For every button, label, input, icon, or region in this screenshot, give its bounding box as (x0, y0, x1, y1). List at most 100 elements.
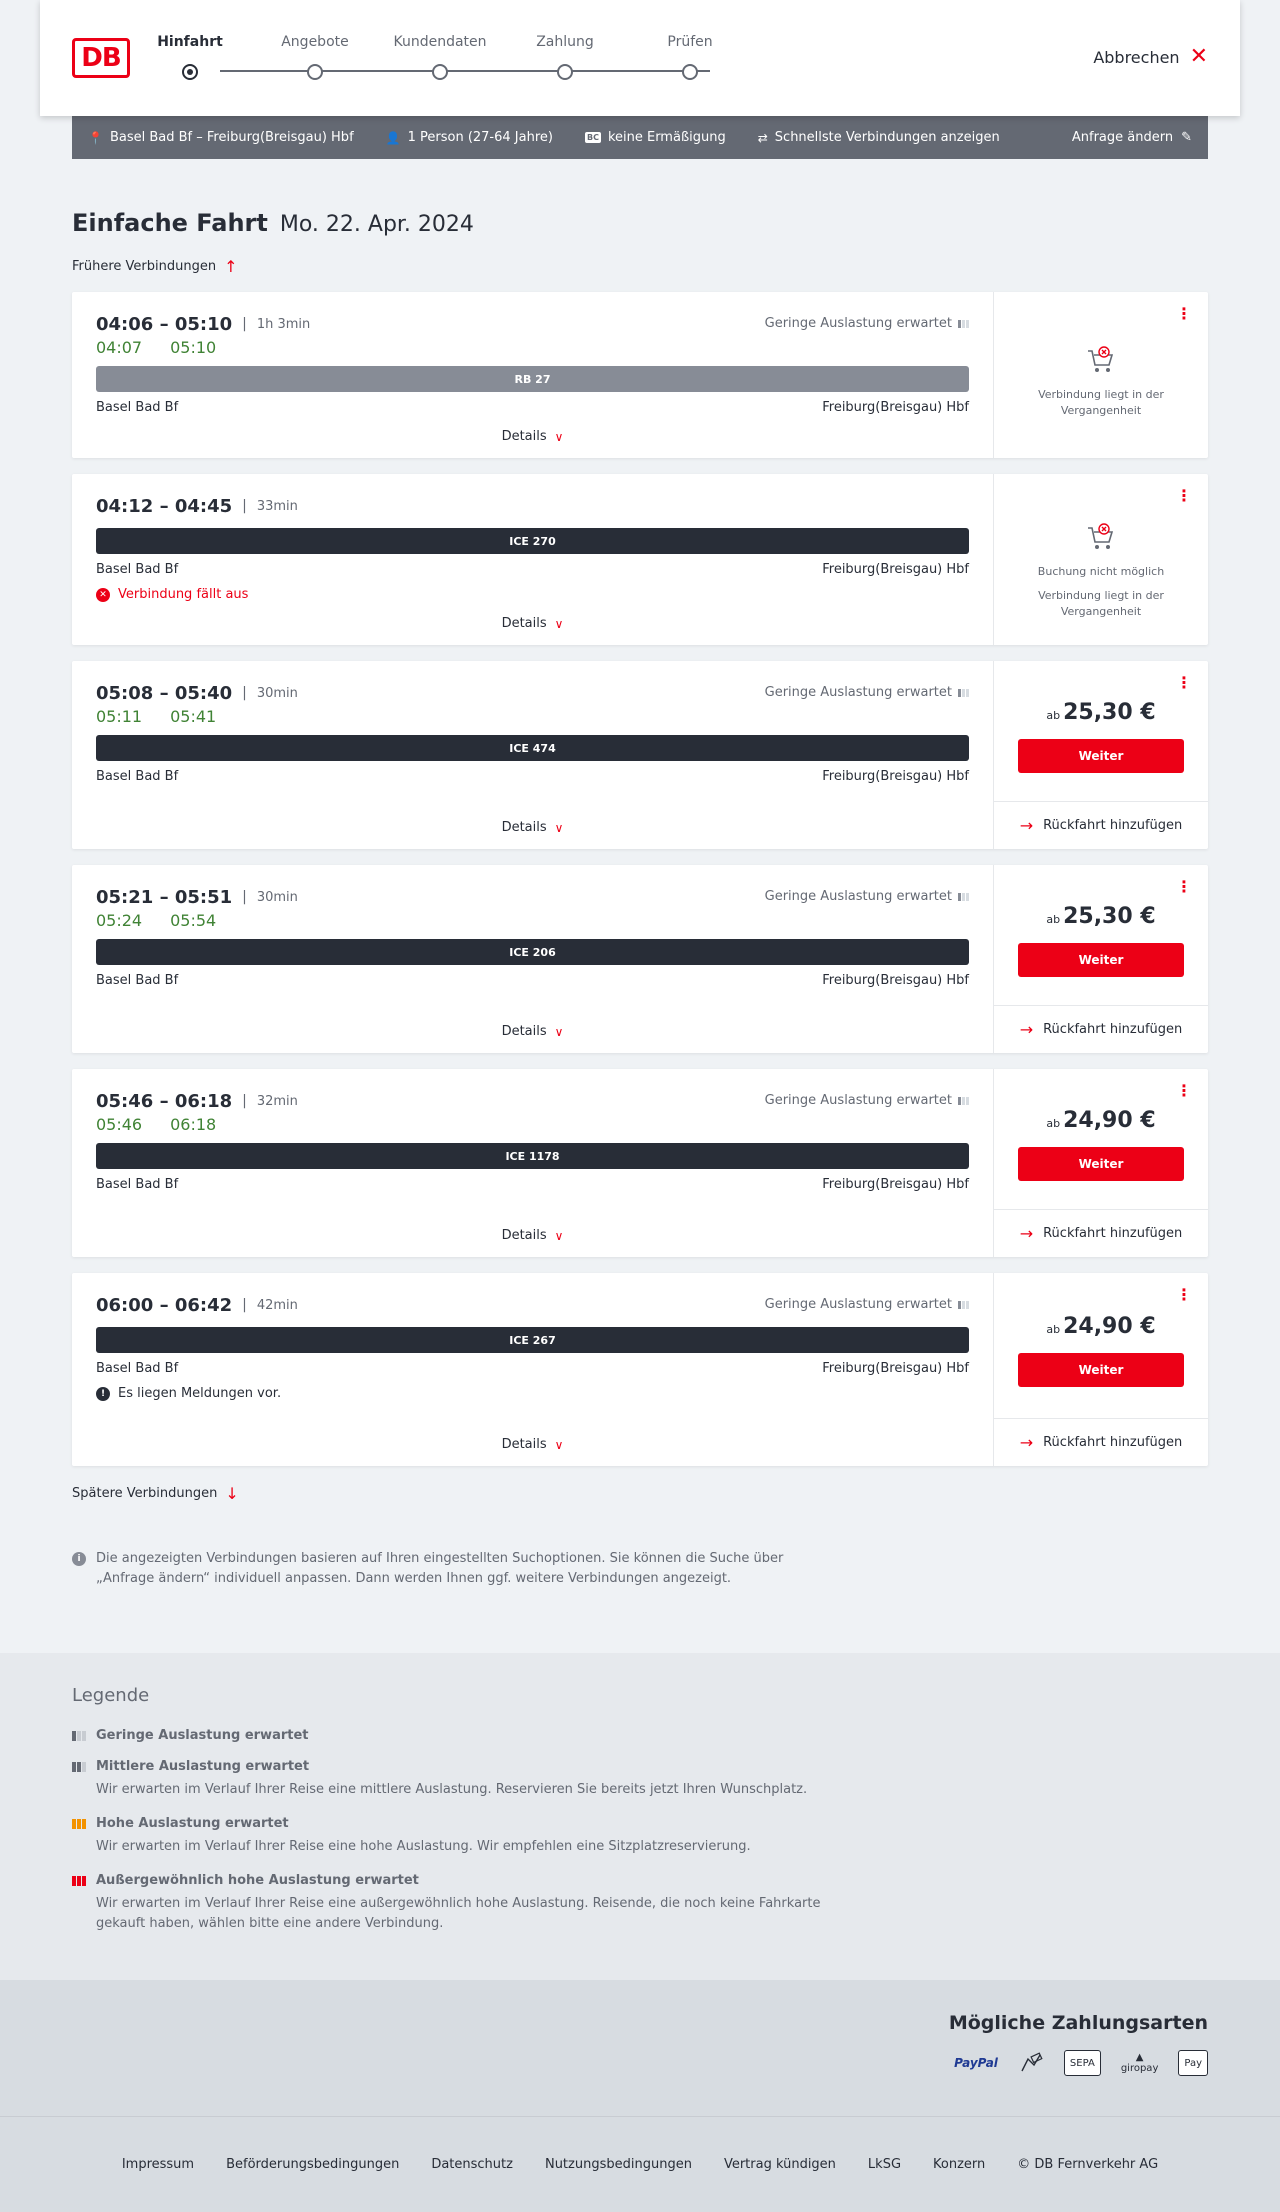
details-toggle[interactable]: Details ∨ (96, 616, 969, 631)
top-header: DB Hinfahrt Angebote Kundendaten Zahlung… (40, 0, 1240, 116)
separator: | (242, 1297, 247, 1313)
details-toggle[interactable]: Details ∨ (96, 1024, 969, 1039)
add-return-button[interactable]: → Rückfahrt hinzufügen (994, 1209, 1208, 1257)
legend-title: Legende (72, 1685, 150, 1706)
continue-button[interactable]: Weiter (1018, 1353, 1184, 1387)
legend-text: Wir erwarten im Verlauf Ihrer Reise eine… (96, 1839, 751, 1854)
legend-item-medium: Mittlere Auslastung erwartet Wir erwarte… (72, 1759, 1208, 1800)
payment-icons: PayPal SEPA ▲ giropay Pay (72, 2050, 1208, 2076)
later-label: Spätere Verbindungen (72, 1486, 218, 1501)
arrow-right-icon: → (1019, 1433, 1034, 1452)
train-bar[interactable]: ICE 1178 (96, 1143, 969, 1169)
arrow-down-icon: ↓ (225, 1484, 239, 1503)
step-angebote[interactable]: Angebote (265, 34, 365, 80)
realtime-departure: 05:11 (96, 707, 143, 726)
step-label: Angebote (281, 34, 349, 50)
details-label: Details (501, 616, 547, 631)
details-toggle[interactable]: Details ∨ (96, 1228, 969, 1243)
train-bar[interactable]: ICE 270 (96, 528, 969, 554)
info-message: ! Es liegen Meldungen vor. (96, 1386, 969, 1401)
details-toggle[interactable]: Details ∨ (96, 820, 969, 835)
legend-text: Wir erwarten im Verlauf Ihrer Reise eine… (96, 1896, 821, 1931)
note-text: Die angezeigten Verbindungen basieren au… (96, 1551, 784, 1586)
more-options-icon[interactable]: ⋮ (1176, 675, 1192, 691)
error-icon: ✕ (96, 587, 110, 602)
connection-card: 05:46 – 06:18 | 32min Geringe Auslastung e… (72, 1069, 1208, 1257)
footer-link-befoerderungsbedingungen[interactable]: Beförderungsbedingungen (226, 2157, 399, 2172)
more-options-icon[interactable]: ⋮ (1176, 306, 1192, 322)
train-bar[interactable]: ICE 474 (96, 735, 969, 761)
train-bar[interactable]: RB 27 (96, 366, 969, 392)
booking-panel: ⋮ ab 24,90 € Weiter → Rückfahrt hinzufügen (994, 1069, 1208, 1257)
step-dot (557, 64, 573, 80)
step-kundendaten[interactable]: Kundendaten (390, 34, 490, 80)
train-bar[interactable]: ICE 267 (96, 1327, 969, 1353)
info-icon: i (72, 1552, 86, 1566)
footer-link-konzern[interactable]: Konzern (933, 2157, 985, 2172)
footer-link-nutzungsbedingungen[interactable]: Nutzungsbedingungen (545, 2157, 692, 2172)
arrow-right-icon: → (1019, 816, 1034, 835)
more-options-icon[interactable]: ⋮ (1176, 488, 1192, 504)
connection-info: 05:08 – 05:40 | 30min Geringe Auslastung e… (72, 661, 994, 849)
booking-panel: ⋮ ab 25,30 € Weiter → Rückfahrt hinzufügen (994, 661, 1208, 849)
step-hinfahrt[interactable]: Hinfahrt (140, 34, 240, 80)
later-connections-link[interactable]: Spätere Verbindungen ↓ (72, 1484, 1208, 1503)
planned-times: 05:46 – 06:18 (96, 1090, 233, 1112)
footer-link-impressum[interactable]: Impressum (122, 2157, 194, 2172)
realtime-arrival: 05:10 (170, 338, 217, 357)
separator: | (242, 889, 247, 905)
planned-times: 06:00 – 06:42 (96, 1294, 233, 1316)
train-bar[interactable]: ICE 206 (96, 939, 969, 965)
more-options-icon[interactable]: ⋮ (1176, 879, 1192, 895)
route-summary: 📍 Basel Bad Bf – Freiburg(Breisgau) Hbf (88, 130, 354, 145)
duration: 30min (256, 889, 298, 905)
details-label: Details (501, 1024, 547, 1039)
step-dot (182, 64, 198, 80)
footer-link-lksg[interactable]: LkSG (868, 2157, 901, 2172)
more-options-icon[interactable]: ⋮ (1176, 1287, 1192, 1303)
add-return-button[interactable]: → Rückfahrt hinzufügen (994, 1005, 1208, 1053)
step-dot (307, 64, 323, 80)
status-text-past: Verbindung liegt in der Vergangenheit (1038, 588, 1164, 618)
add-return-button[interactable]: → Rückfahrt hinzufügen (994, 801, 1208, 849)
earlier-connections-link[interactable]: Frühere Verbindungen ↑ (72, 257, 1208, 276)
continue-button[interactable]: Weiter (1018, 738, 1184, 773)
step-pruefen[interactable]: Prüfen (640, 34, 740, 80)
edit-request-button[interactable]: Anfrage ändern ✎ (1072, 130, 1192, 145)
swap-arrows-icon: ⇄ (757, 130, 768, 145)
realtime-times: 05:11 05:41 (96, 707, 969, 729)
details-toggle[interactable]: Details ∨ (96, 429, 969, 444)
realtime-departure: 04:07 (96, 338, 143, 357)
realtime-times: 04:07 05:10 (96, 338, 969, 360)
price-value: 25,30 € (1063, 903, 1156, 929)
db-logo[interactable]: DB (72, 38, 130, 78)
booking-panel: ⋮ Verbindung liegt in der Vergangenheit (994, 292, 1208, 458)
footer: Impressum Beförderungsbedingungen Datens… (0, 2116, 1280, 2212)
cancel-label: Abbrechen (1093, 47, 1180, 67)
price: ab 24,90 € (1046, 1314, 1155, 1339)
exclamation-icon: ! (96, 1386, 110, 1401)
more-options-icon[interactable]: ⋮ (1176, 1083, 1192, 1099)
load-icon (958, 319, 969, 328)
chevron-down-icon: ∨ (554, 616, 564, 631)
continue-button[interactable]: Weiter (1018, 1146, 1184, 1181)
planned-times: 05:08 – 05:40 (96, 682, 233, 704)
cancel-button[interactable]: Abbrechen ✕ (1093, 46, 1208, 68)
price-value: 24,90 € (1063, 1107, 1156, 1133)
connection-times: 04:12 – 04:45 | 33min (96, 494, 969, 518)
destination-station: Freiburg(Breisgau) Hbf (822, 1177, 969, 1192)
return-label: Rückfahrt hinzufügen (1043, 1226, 1183, 1241)
stations: Basel Bad Bf Freiburg(Breisgau) Hbf (96, 562, 969, 577)
price-prefix: ab (1046, 1116, 1061, 1130)
chevron-down-icon: ∨ (554, 1024, 564, 1039)
search-summary-bar: 📍 Basel Bad Bf – Freiburg(Breisgau) Hbf 👤… (72, 116, 1208, 159)
footer-link-datenschutz[interactable]: Datenschutz (431, 2157, 513, 2172)
continue-button[interactable]: Weiter (1018, 942, 1184, 977)
add-return-button[interactable]: → Rückfahrt hinzufügen (994, 1418, 1208, 1466)
realtime-arrival: 06:18 (170, 1115, 217, 1134)
footer-link-vertrag-kuendigen[interactable]: Vertrag kündigen (724, 2157, 836, 2172)
option-text: Schnellste Verbindungen anzeigen (774, 130, 1000, 145)
details-toggle[interactable]: Details ∨ (96, 1437, 969, 1452)
step-zahlung[interactable]: Zahlung (515, 34, 615, 80)
